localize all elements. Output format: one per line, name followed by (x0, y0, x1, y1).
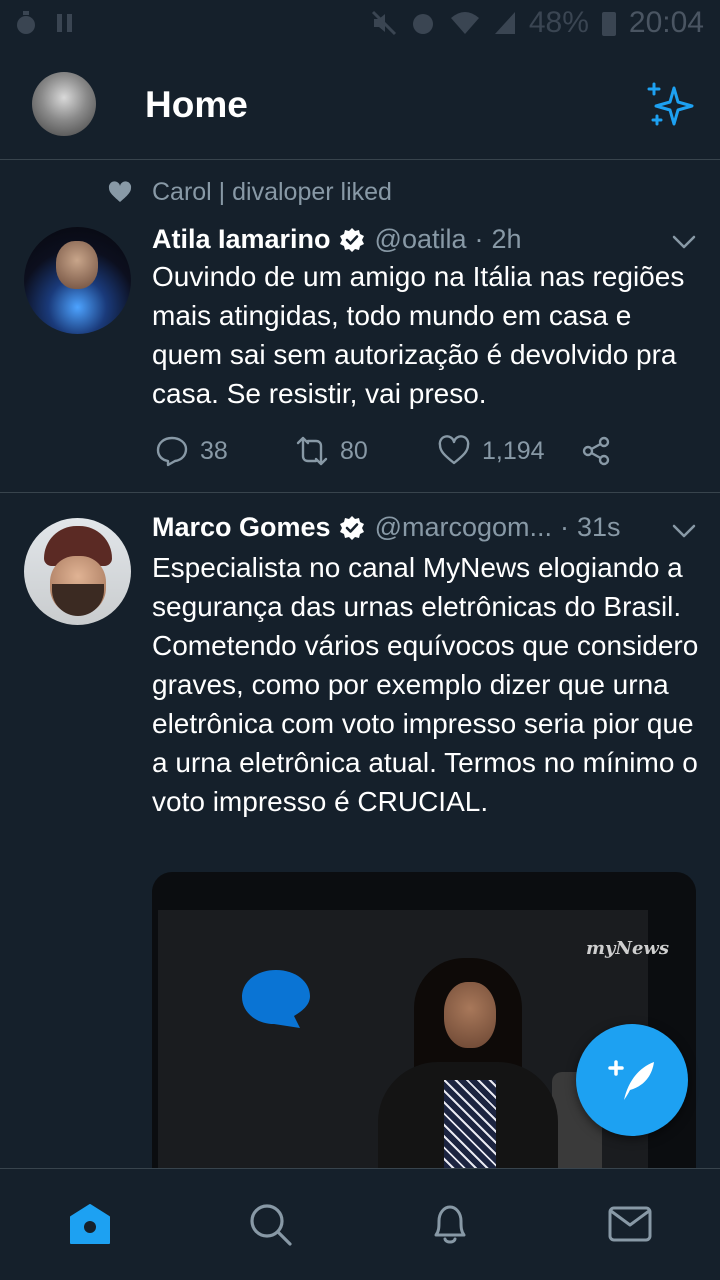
separator: · (560, 512, 570, 542)
battery-percent: 48% (528, 6, 589, 39)
nav-search[interactable] (247, 1201, 293, 1247)
retweet-count: 80 (340, 436, 368, 465)
timestamp: 31s (577, 512, 621, 542)
author-name[interactable]: Marco Gomes (152, 512, 331, 543)
page-title: Home (145, 84, 248, 125)
heart-filled-icon (108, 180, 132, 202)
presenter-face (444, 982, 496, 1048)
messages-icon (608, 1206, 652, 1242)
chevron-down-icon[interactable] (672, 235, 696, 249)
author-name[interactable]: Atila Iamarino (152, 224, 331, 255)
verified-badge-icon (339, 515, 364, 540)
top-app-bar: Home (0, 48, 720, 160)
tweet-header: Marco Gomes @marcogom... · 31s (152, 512, 621, 543)
like-count: 1,194 (482, 436, 545, 465)
sparkle-icon[interactable] (646, 80, 696, 130)
author-handle[interactable]: @marcogom... (375, 512, 552, 543)
bottom-navigation (0, 1168, 720, 1280)
tweet-actions: 38 80 1,194 (156, 435, 626, 471)
separator: · (474, 224, 484, 254)
reply-count: 38 (200, 436, 228, 465)
tweet[interactable]: Carol | divaloper liked Atila Iamarino @… (0, 160, 720, 493)
share-icon (582, 436, 610, 466)
heart-icon (438, 435, 470, 465)
social-context-label: Carol | divaloper liked (152, 178, 392, 206)
presenter-shirt (444, 1080, 496, 1172)
wifi-icon (450, 12, 479, 34)
alarm-icon (412, 14, 433, 34)
verified-badge-icon (339, 227, 364, 252)
compose-tweet-button[interactable] (576, 1024, 688, 1136)
notifications-icon (434, 1205, 466, 1244)
profile-avatar[interactable] (32, 72, 96, 136)
status-bar: 48% 20:04 (0, 0, 720, 48)
search-icon (250, 1204, 292, 1246)
mynews-logo: myNews (586, 938, 670, 959)
avatar[interactable] (24, 227, 131, 334)
nav-home[interactable] (67, 1201, 113, 1247)
home-icon (70, 1204, 110, 1244)
social-context: Carol | divaloper liked (108, 178, 392, 207)
stopwatch-icon (17, 11, 35, 34)
pause-icon (57, 14, 72, 32)
chevron-down-icon[interactable] (672, 524, 696, 538)
like-button[interactable]: 1,194 (438, 435, 545, 467)
retweet-button[interactable]: 80 (296, 435, 368, 467)
signal-icon (494, 12, 515, 34)
avatar[interactable] (24, 518, 131, 625)
tweet-text: Especialista no canal MyNews elogiando a… (152, 552, 699, 817)
chat-bubble-graphic (242, 970, 310, 1028)
nav-messages[interactable] (607, 1201, 653, 1247)
author-handle[interactable]: @oatila (375, 224, 467, 255)
reply-icon (156, 436, 188, 467)
reply-button[interactable]: 38 (156, 435, 228, 467)
retweet-icon (296, 436, 328, 466)
mute-icon (371, 10, 396, 36)
timestamp: 2h (491, 224, 522, 254)
tweet-text: Ouvindo de um amigo na Itália nas regiõe… (152, 261, 685, 409)
tweet-header: Atila Iamarino @oatila · 2h (152, 224, 522, 255)
share-button[interactable] (580, 435, 612, 467)
nav-notifications[interactable] (427, 1201, 473, 1247)
battery-icon (601, 12, 616, 36)
clock: 20:04 (628, 6, 704, 39)
compose-feather-icon (608, 1060, 654, 1100)
